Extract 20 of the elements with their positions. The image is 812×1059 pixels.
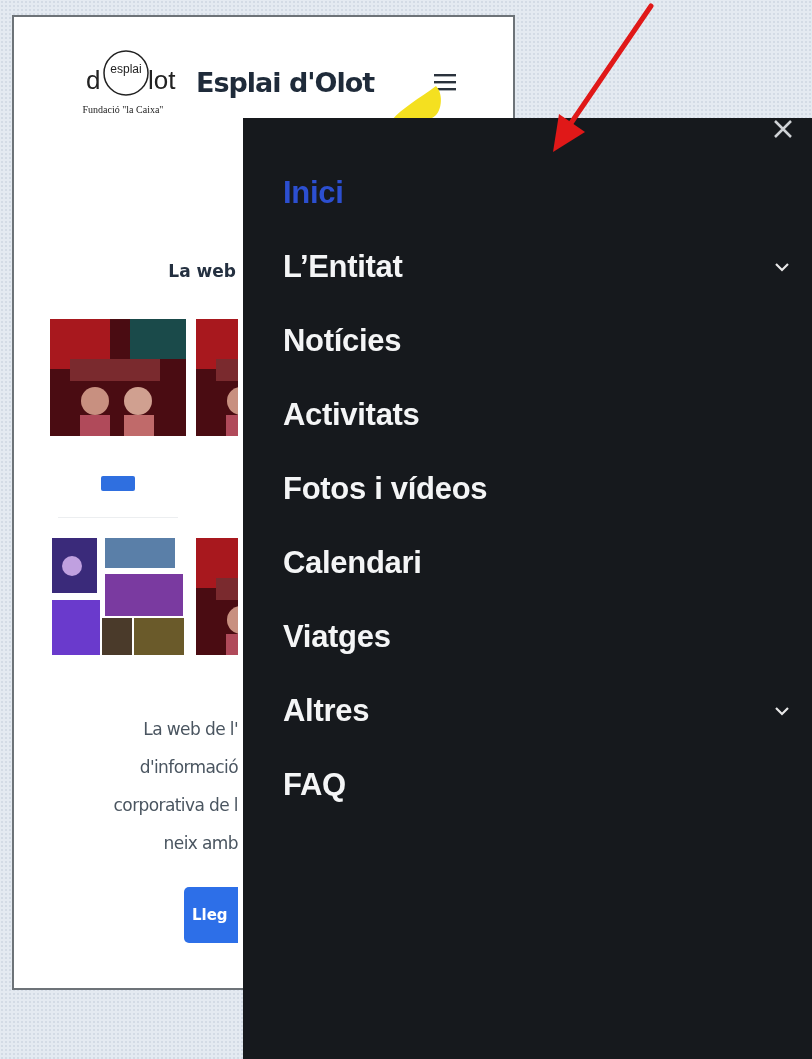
description-text: corporativa de l [113,794,238,817]
site-title: Esplai d'Olot [196,66,375,98]
menu-item[interactable]: Calendari [283,545,422,581]
description-text: La web de l' [143,718,238,741]
highlight-mark [392,84,444,120]
menu-item[interactable]: L’Entitat [283,249,403,285]
section-heading: La web [168,261,237,281]
chevron-down-icon[interactable] [774,706,790,716]
menu-item[interactable]: Viatges [283,619,391,655]
menu-item[interactable]: Activitats [283,397,420,433]
read-more-button[interactable]: Lleg [184,887,238,943]
menu-item[interactable]: FAQ [283,767,346,803]
description-text: d'informació [139,756,238,779]
logo: d esplai lot Fundació "la Caixa" [64,43,182,121]
close-icon[interactable] [772,118,794,140]
menu-item[interactable]: Fotos i vídeos [283,471,488,507]
chevron-down-icon[interactable] [774,262,790,272]
menu-item[interactable]: Notícies [283,323,402,359]
description-text: neix amb [163,832,238,855]
menu-item[interactable]: Altres [283,693,370,729]
